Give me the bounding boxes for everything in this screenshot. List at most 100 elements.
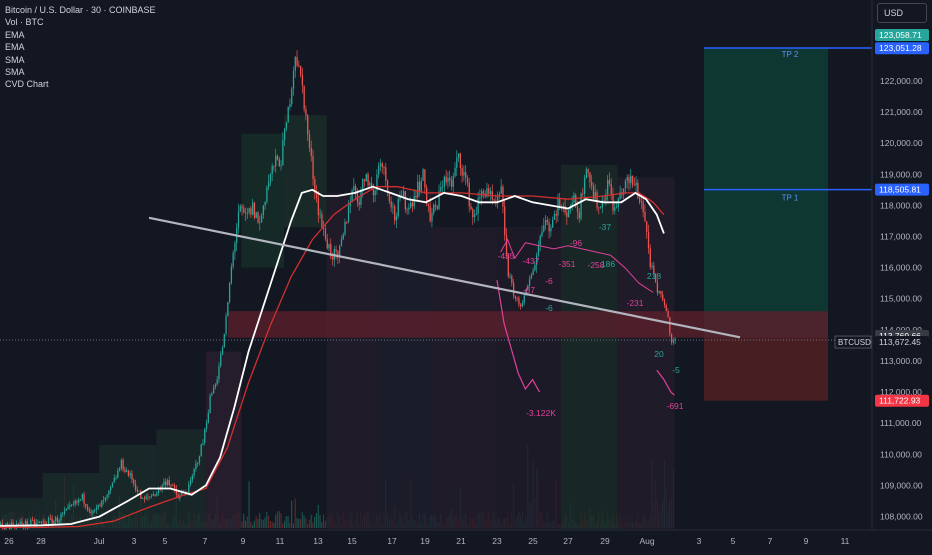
candle-body xyxy=(88,509,91,512)
candle-body xyxy=(568,209,570,217)
candle-body xyxy=(198,456,201,463)
candle-body xyxy=(170,484,172,486)
candle-body xyxy=(623,188,625,195)
candle-body xyxy=(406,209,408,211)
volume-bar xyxy=(271,521,273,528)
candle-body xyxy=(415,195,417,198)
indicator-ema-2[interactable]: EMA xyxy=(5,41,156,53)
candle-body xyxy=(209,395,211,414)
candle-body xyxy=(131,473,133,480)
candle-body xyxy=(3,528,5,530)
candle-body xyxy=(307,115,309,135)
indicator-ema-1[interactable]: EMA xyxy=(5,29,156,41)
candle-body xyxy=(555,213,557,216)
candle-body xyxy=(71,504,73,506)
volume-bar xyxy=(280,513,282,528)
candle-body xyxy=(631,175,634,185)
candle-body xyxy=(340,239,343,246)
candle-body xyxy=(587,169,589,173)
time-tick-label: 3 xyxy=(697,536,702,546)
tp1-price-tag: 118,505.81 xyxy=(879,185,921,195)
cvd-label-13: 186 xyxy=(601,259,615,269)
candle-body xyxy=(532,270,534,276)
cvd-label-8: -3.122K xyxy=(526,408,556,418)
indicator-volume[interactable]: Vol · BTC xyxy=(5,16,156,28)
price-tick-label: 122,000.00 xyxy=(880,76,923,86)
candle-body xyxy=(472,209,474,218)
candle-body xyxy=(669,317,671,334)
candle-body xyxy=(239,206,241,212)
indicator-sma-2[interactable]: SMA xyxy=(5,66,156,78)
time-tick-label: 21 xyxy=(456,536,466,546)
time-tick-label: 7 xyxy=(768,536,773,546)
candle-body xyxy=(72,504,75,506)
candle-body xyxy=(639,197,641,203)
candle-body xyxy=(106,494,108,498)
candle-body xyxy=(220,354,222,367)
indicator-sma-1[interactable]: SMA xyxy=(5,54,156,66)
candle-body xyxy=(516,298,518,299)
candle-body xyxy=(30,519,32,525)
candle-body xyxy=(468,182,470,207)
price-tick-label: 121,000.00 xyxy=(880,107,923,117)
cvd-label-5: -351 xyxy=(558,259,575,269)
time-axis[interactable]: 26 28 Jul 3 5 7 9 11 13 15 17 19 21 23 25 27 29 Aug 3 5 7 9 11 xyxy=(0,529,932,550)
candle-body xyxy=(417,181,419,198)
cvd-label-1: -437 xyxy=(522,256,539,266)
candle-body xyxy=(580,193,582,219)
candle-body xyxy=(319,214,321,216)
candle-body xyxy=(397,199,399,217)
candle-body xyxy=(76,500,78,503)
candle-body xyxy=(51,518,53,524)
candle-body xyxy=(615,207,618,208)
candle-body xyxy=(596,192,598,208)
candle-body xyxy=(582,193,584,195)
candle-body xyxy=(390,201,392,208)
candle-body xyxy=(275,155,277,167)
candle-body xyxy=(296,57,298,66)
candle-body xyxy=(39,521,41,523)
candle-body xyxy=(163,481,165,486)
currency-button[interactable]: USD xyxy=(877,3,927,23)
candle-body xyxy=(344,221,346,235)
candle-body xyxy=(110,487,112,491)
volume-bar xyxy=(291,500,293,528)
volume-bar xyxy=(257,518,259,528)
cvd-label-9: -691 xyxy=(666,401,683,411)
time-tick-label: 5 xyxy=(731,536,736,546)
candle-body xyxy=(292,70,295,89)
stop-zone[interactable] xyxy=(704,337,828,401)
candle-body xyxy=(134,483,137,490)
volume-bar xyxy=(299,518,302,528)
candle-body xyxy=(285,122,288,129)
candle-body xyxy=(564,205,566,213)
indicator-cvd[interactable]: CVD Chart xyxy=(5,78,156,90)
candle-body xyxy=(193,468,195,476)
symbol-title[interactable]: Bitcoin / U.S. Dollar · 30 · COINBASE xyxy=(5,4,156,16)
candle-body xyxy=(154,494,156,496)
current-price-tag: 113,672.45 xyxy=(879,337,921,347)
volume-bar xyxy=(284,520,286,528)
candle-body xyxy=(165,481,167,486)
candle-body xyxy=(65,508,67,511)
ticker-tag[interactable]: BTCUSD xyxy=(838,338,871,347)
candle-body xyxy=(395,216,398,221)
time-tick-label: 26 xyxy=(4,536,14,546)
candle-body xyxy=(452,176,454,187)
profit-zone[interactable] xyxy=(704,47,828,338)
time-tick-label: 9 xyxy=(804,536,809,546)
candle-body xyxy=(649,248,651,268)
cvd-label-10: 20 xyxy=(654,349,664,359)
candle-body xyxy=(102,500,105,501)
chart-area[interactable]: TP 2 TP 1 -435 -437 -87 -6 -96 -351 -258 -231 -3.… xyxy=(0,0,932,550)
candle-body xyxy=(83,494,85,504)
candle-body xyxy=(552,219,554,228)
time-tick-label: 23 xyxy=(492,536,502,546)
candle-body xyxy=(214,384,217,388)
candle-body xyxy=(55,517,57,521)
profile-block-8 xyxy=(376,189,434,530)
candle-body xyxy=(211,393,213,396)
candle-body xyxy=(656,282,659,293)
candle-body xyxy=(610,183,612,194)
candle-body xyxy=(147,496,149,498)
